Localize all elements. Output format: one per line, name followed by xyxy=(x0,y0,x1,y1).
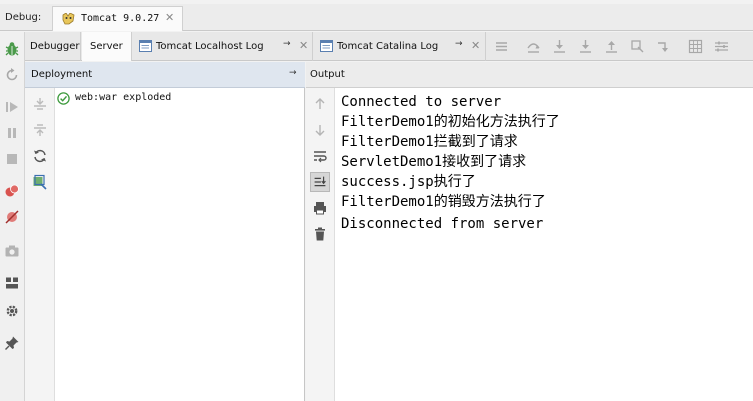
pin-arrow-icon[interactable]: → xyxy=(289,68,297,78)
deployment-item-label: web:war exploded xyxy=(75,92,172,103)
console-line: Disconnected from server xyxy=(341,216,544,232)
output-panel: Output Connected to server FilterDemo1的初… xyxy=(306,62,753,401)
tab-tomcat-catalina-log-label: Tomcat Catalina Log xyxy=(337,41,439,52)
evaluate-expression-icon[interactable] xyxy=(688,39,703,54)
debug-left-toolbar xyxy=(0,32,25,401)
step-over-icon[interactable] xyxy=(526,39,541,54)
edit-configuration-icon[interactable] xyxy=(32,174,48,190)
log-file-icon xyxy=(139,40,152,52)
layout-icon[interactable] xyxy=(4,275,20,291)
deployment-actions-toolbar xyxy=(25,88,55,401)
step-into-icon[interactable] xyxy=(552,39,567,54)
debug-tool-window-bar: Debug: Tomcat 9.0.27 ✕ xyxy=(0,4,753,31)
close-icon[interactable]: ✕ xyxy=(299,39,308,52)
output-actions-toolbar xyxy=(306,88,335,401)
output-title: Output xyxy=(310,69,345,80)
tab-debugger-label: Debugger xyxy=(30,41,80,52)
camera-icon[interactable] xyxy=(4,243,20,259)
step-out-icon[interactable] xyxy=(604,39,619,54)
pin-icon[interactable] xyxy=(4,335,20,351)
pin-arrow-icon[interactable]: → xyxy=(283,39,291,49)
arrow-up-icon[interactable] xyxy=(312,96,328,112)
print-icon[interactable] xyxy=(312,200,328,216)
log-file-icon xyxy=(320,40,333,52)
console-line: FilterDemo1拦截到了请求 xyxy=(341,134,518,150)
rerun-icon[interactable] xyxy=(4,67,20,83)
frames-list-icon[interactable] xyxy=(494,39,509,54)
pause-icon[interactable] xyxy=(4,125,20,141)
bug-icon[interactable] xyxy=(4,41,20,57)
debug-label: Debug: xyxy=(5,12,42,23)
view-breakpoints-icon[interactable] xyxy=(4,183,20,199)
tab-tomcat-catalina-log[interactable]: Tomcat Catalina Log → ✕ xyxy=(314,32,486,61)
console-line: FilterDemo1的初始化方法执行了 xyxy=(341,114,560,130)
close-icon[interactable]: ✕ xyxy=(165,11,174,24)
tab-server-label: Server xyxy=(90,41,123,52)
console-line: success.jsp执行了 xyxy=(341,174,476,190)
stop-icon[interactable] xyxy=(4,151,20,167)
drop-frame-icon[interactable] xyxy=(630,39,645,54)
console-line: ServletDemo1接收到了请求 xyxy=(341,154,527,170)
scroll-to-end-icon[interactable] xyxy=(310,172,330,192)
tab-debugger[interactable]: Debugger xyxy=(25,32,81,61)
console-line: FilterDemo1的销毁方法执行了 xyxy=(341,194,546,210)
deploy-all-icon[interactable] xyxy=(32,96,48,112)
refresh-icon[interactable] xyxy=(32,148,48,164)
debug-subtab-row: Debugger Server Tomcat Localhost Log → ✕… xyxy=(25,32,753,61)
trash-icon[interactable] xyxy=(312,226,328,242)
debug-tab-tomcat[interactable]: Tomcat 9.0.27 ✕ xyxy=(52,6,183,31)
output-header: Output xyxy=(306,62,753,88)
arrow-down-icon[interactable] xyxy=(312,122,328,138)
tab-tomcat-localhost-log-label: Tomcat Localhost Log xyxy=(156,41,264,52)
deployment-header: Deployment → xyxy=(25,62,305,88)
check-circle-icon xyxy=(57,92,70,105)
force-step-into-icon[interactable] xyxy=(578,39,593,54)
close-icon[interactable]: ✕ xyxy=(471,39,480,52)
soft-wrap-icon[interactable] xyxy=(312,148,328,164)
tab-server[interactable]: Server xyxy=(82,32,132,61)
deployment-panel: Deployment → web:war exploded xyxy=(25,62,305,401)
console-line: Connected to server xyxy=(341,94,502,110)
debug-tab-title: Tomcat 9.0.27 xyxy=(81,13,160,24)
tomcat-icon xyxy=(62,13,75,25)
pin-arrow-icon[interactable]: → xyxy=(455,39,463,49)
undeploy-icon[interactable] xyxy=(32,122,48,138)
resume-icon[interactable] xyxy=(4,99,20,115)
run-to-cursor-icon[interactable] xyxy=(656,39,671,54)
trace-settings-icon[interactable] xyxy=(714,39,729,54)
settings-gear-icon[interactable] xyxy=(4,303,20,319)
tab-tomcat-localhost-log[interactable]: Tomcat Localhost Log → ✕ xyxy=(133,32,313,61)
deployment-title: Deployment xyxy=(31,69,93,80)
mute-breakpoints-icon[interactable] xyxy=(4,209,20,225)
